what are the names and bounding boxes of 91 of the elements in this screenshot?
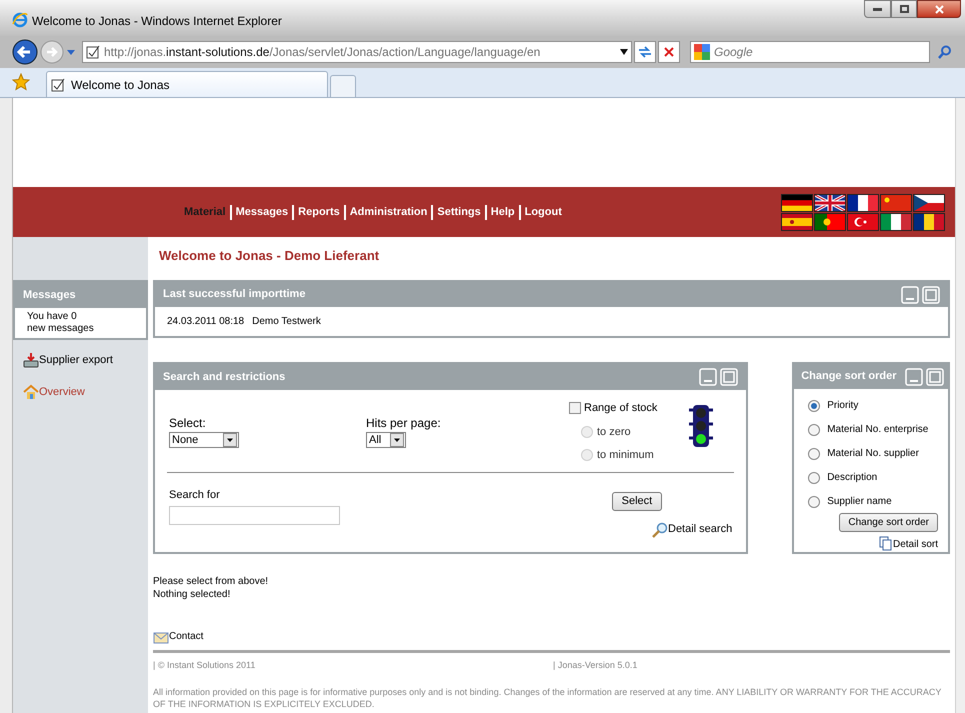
maximize-button[interactable] <box>891 0 917 18</box>
radio-label: Material No. supplier <box>827 447 919 461</box>
minimize-icon[interactable] <box>699 368 718 386</box>
nav-link[interactable]: Reports <box>298 204 340 220</box>
detail-search-link[interactable]: Detail search <box>652 521 732 538</box>
search-provider-icon <box>694 44 710 60</box>
caret-icon[interactable] <box>620 49 628 55</box>
nav-link[interactable]: Messages <box>236 204 288 220</box>
window-title: Welcome to Jonas - Windows Internet Explorer <box>32 13 282 30</box>
search-icon[interactable] <box>938 45 952 59</box>
minimize-icon[interactable] <box>901 286 919 304</box>
box-title: Messages <box>23 288 76 303</box>
page-heading: Welcome to Jonas - Demo Lieferant <box>159 249 380 263</box>
nav-link[interactable]: Logout <box>524 204 562 220</box>
flag-icon[interactable] <box>913 194 945 212</box>
panel-title: Last successful importtime <box>163 287 306 302</box>
radio-label: Priority <box>827 399 858 413</box>
copyright-text: | © Instant Solutions 2011 <box>153 659 256 672</box>
flag-icon[interactable] <box>847 212 879 230</box>
panel-title: Search and restrictions <box>163 370 286 385</box>
nav-link[interactable]: Settings <box>437 204 481 220</box>
radio-button[interactable] <box>808 400 820 412</box>
close-icon <box>934 4 944 14</box>
address-field[interactable]: http://jonas.instant-solutions.de/Jonas/servlet/Jonas/action/Language/language/en <box>82 41 632 63</box>
radio-label: to zero <box>597 424 631 440</box>
radio-label: Material No. enterprise <box>827 423 928 437</box>
panel-title: Change sort order <box>801 369 897 384</box>
nav-link[interactable]: Administration <box>350 204 428 220</box>
messages-text: You have 0 <box>27 311 78 323</box>
maximize-icon[interactable] <box>926 368 944 386</box>
change-sort-button[interactable]: Change sort order <box>839 513 938 532</box>
flag-icon[interactable] <box>880 194 912 212</box>
radio-button[interactable] <box>808 472 820 484</box>
magnifier-icon <box>652 522 668 538</box>
radio-label: Supplier name <box>827 495 892 509</box>
status-message: Nothing selected! <box>153 588 232 601</box>
minimize-button[interactable] <box>864 0 891 18</box>
radio-button[interactable] <box>808 424 820 436</box>
page-icon <box>86 45 100 59</box>
version-text: | Jonas-Version 5.0.1 <box>553 659 638 672</box>
select-button[interactable]: Select <box>612 492 662 511</box>
disclaimer-text: All information provided on this page is for informative purposes only and is not binding. Changes of the information are reserved at any time. ANY LIABILITY OR WARRANTY FOR THE ACCURACY OF THE INFORMATION IS EXPLICITELY EXCLUDED. <box>153 686 942 710</box>
maximize-icon[interactable] <box>922 286 940 304</box>
page-icon <box>51 78 65 92</box>
flag-icon[interactable] <box>913 212 945 230</box>
flag-icon[interactable] <box>880 212 912 230</box>
flag-icon[interactable] <box>814 194 846 212</box>
browser-icon <box>12 12 28 28</box>
maximize-icon[interactable] <box>720 368 738 386</box>
sidebar-link[interactable]: Supplier export <box>23 352 148 368</box>
browser-tab[interactable]: Welcome to Jonas <box>46 71 328 97</box>
radio-label: Description <box>827 471 878 485</box>
nav-link[interactable]: Help <box>490 204 515 220</box>
house-icon <box>23 384 39 400</box>
radio-button[interactable] <box>808 496 820 508</box>
detail-sort-link[interactable]: Detail sort <box>878 536 938 552</box>
select-dropdown[interactable]: None <box>169 432 239 448</box>
select-label: Select: <box>169 415 207 432</box>
caret-icon <box>223 433 237 447</box>
flag-icon[interactable] <box>847 194 879 212</box>
stop-button[interactable] <box>658 41 680 63</box>
range-checkbox[interactable]: Range of stock <box>569 400 658 416</box>
refresh-icon <box>638 46 652 58</box>
messages-text: new messages <box>27 323 95 335</box>
flag-icon[interactable] <box>781 212 813 230</box>
download-icon <box>23 352 39 368</box>
flag-icon[interactable] <box>814 212 846 230</box>
radio-label: to minimum <box>597 448 654 463</box>
new-tab-button[interactable] <box>330 75 356 97</box>
contact-link[interactable]: Contact <box>153 629 950 644</box>
caret-icon <box>390 433 404 447</box>
hits-dropdown[interactable]: All <box>366 432 406 448</box>
hits-label: Hits per page: <box>366 415 442 432</box>
radio-button[interactable] <box>808 448 820 460</box>
stop-icon <box>664 47 674 57</box>
sidebar-link[interactable]: Overview <box>23 384 148 400</box>
import-date: 24.03.2011 08:18 <box>167 315 244 329</box>
favorites-icon[interactable] <box>12 73 30 91</box>
plant-name: Demo Testwerk <box>252 315 321 329</box>
search-field[interactable]: Google <box>690 41 930 63</box>
scrollbar[interactable] <box>955 98 965 713</box>
minimize-icon[interactable] <box>905 368 923 386</box>
envelope-icon <box>153 630 169 644</box>
refresh-button[interactable] <box>634 41 656 63</box>
close-button[interactable] <box>917 0 961 18</box>
back-icon[interactable] <box>12 39 38 65</box>
search-input[interactable] <box>169 506 340 524</box>
status-message: Please select from above! <box>153 575 270 588</box>
traffic-light-icon <box>688 404 714 448</box>
search-label: Search for <box>169 488 221 503</box>
flag-icon[interactable] <box>781 194 813 212</box>
